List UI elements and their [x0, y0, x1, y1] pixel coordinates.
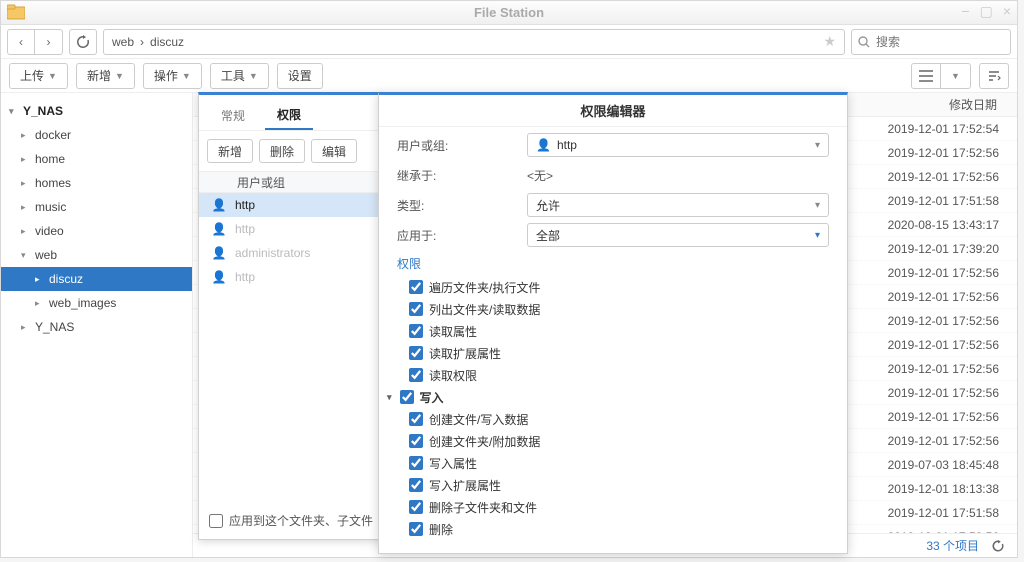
read-check[interactable]: 读取扩展属性 — [409, 342, 829, 364]
breadcrumb-part[interactable]: web — [112, 35, 134, 49]
checkbox[interactable] — [409, 412, 423, 426]
forward-button[interactable]: › — [35, 29, 63, 55]
breadcrumb-part[interactable]: discuz — [150, 35, 184, 49]
search-box[interactable] — [851, 29, 1011, 55]
settings-button[interactable]: 设置 — [277, 63, 323, 89]
checkbox[interactable] — [409, 302, 423, 316]
checkbox[interactable] — [409, 280, 423, 294]
read-check[interactable]: 列出文件夹/读取数据 — [409, 298, 829, 320]
read-check[interactable]: 读取权限 — [409, 364, 829, 386]
tree-item-web[interactable]: ▾web — [1, 243, 192, 267]
tree-item-ynas[interactable]: ▸Y_NAS — [1, 315, 192, 339]
upload-button[interactable]: 上传▼ — [9, 63, 68, 89]
checkbox[interactable] — [409, 478, 423, 492]
checkbox[interactable] — [409, 522, 423, 536]
nav-toolbar: ‹ › web › discuz ★ — [1, 25, 1017, 59]
perm-user-row[interactable]: 👤http — [199, 265, 383, 289]
user-icon: 👤 — [211, 198, 227, 212]
create-button[interactable]: 新增▼ — [76, 63, 135, 89]
search-input[interactable] — [876, 35, 1004, 49]
checkbox[interactable] — [409, 456, 423, 470]
tab-permission[interactable]: 权限 — [265, 100, 313, 130]
tree-item-music[interactable]: ▸music — [1, 195, 192, 219]
write-check[interactable]: 写入属性 — [409, 452, 829, 474]
perm-group-write[interactable]: ▾ 写入 — [387, 386, 829, 408]
tree-item-video[interactable]: ▸video — [1, 219, 192, 243]
user-icon: 👤 — [536, 138, 551, 152]
view-list-button[interactable] — [911, 63, 941, 89]
tree-item-home[interactable]: ▸home — [1, 147, 192, 171]
close-button[interactable]: × — [1003, 4, 1011, 18]
tree-item-homes[interactable]: ▸homes — [1, 171, 192, 195]
select-user[interactable]: 👤http ▾ — [527, 133, 829, 157]
search-icon — [858, 36, 870, 48]
label-type: 类型: — [397, 197, 527, 214]
refresh-button[interactable] — [69, 29, 97, 55]
checkbox[interactable] — [409, 346, 423, 360]
properties-dialog: 常规 权限 新增 删除 编辑 用户或组 👤http👤http👤administr… — [198, 92, 384, 540]
user-icon: 👤 — [211, 246, 227, 260]
apply-recursive-checkbox[interactable] — [209, 514, 223, 528]
col-modified[interactable]: 修改日期 — [949, 96, 997, 113]
write-check[interactable]: 写入扩展属性 — [409, 474, 829, 496]
checkbox[interactable] — [409, 368, 423, 382]
action-button[interactable]: 操作▼ — [143, 63, 202, 89]
perm-edit-button[interactable]: 编辑 — [311, 139, 357, 163]
section-permissions: 权限 — [397, 255, 829, 272]
permission-editor-dialog: 权限编辑器 用户或组: 👤http ▾ 继承于: <无> 类型: 允许▾ 应用于… — [378, 92, 848, 554]
checkbox[interactable] — [409, 500, 423, 514]
write-check[interactable]: 删除 — [409, 518, 829, 540]
read-check[interactable]: 遍历文件夹/执行文件 — [409, 276, 829, 298]
write-check[interactable]: 创建文件/写入数据 — [409, 408, 829, 430]
value-inherit: <无> — [527, 167, 553, 184]
perm-user-row[interactable]: 👤http — [199, 193, 383, 217]
view-dropdown-button[interactable]: ▼ — [941, 63, 971, 89]
read-check[interactable]: 读取属性 — [409, 320, 829, 342]
back-button[interactable]: ‹ — [7, 29, 35, 55]
label-apply: 应用于: — [397, 227, 527, 244]
checkbox[interactable] — [409, 324, 423, 338]
perm-user-row[interactable]: 👤http — [199, 217, 383, 241]
titlebar: File Station − ▢ × — [1, 1, 1017, 25]
tree-item-docker[interactable]: ▸docker — [1, 123, 192, 147]
breadcrumb-sep: › — [140, 35, 144, 49]
app-icon — [7, 4, 25, 20]
favorite-icon[interactable]: ★ — [823, 33, 836, 50]
write-check[interactable]: 删除子文件夹和文件 — [409, 496, 829, 518]
sort-button[interactable] — [979, 63, 1009, 89]
tab-general[interactable]: 常规 — [209, 100, 257, 130]
perm-new-button[interactable]: 新增 — [207, 139, 253, 163]
checkbox[interactable] — [409, 434, 423, 448]
perm-list-header: 用户或组 — [199, 171, 383, 193]
folder-tree: ▾Y_NAS ▸docker ▸home ▸homes ▸music ▸vide… — [1, 93, 193, 557]
breadcrumb[interactable]: web › discuz ★ — [103, 29, 845, 55]
select-apply[interactable]: 全部▾ — [527, 223, 829, 247]
perm-delete-button[interactable]: 删除 — [259, 139, 305, 163]
checkbox-write-group[interactable] — [400, 390, 414, 404]
reload-icon[interactable] — [991, 539, 1005, 553]
select-type[interactable]: 允许▾ — [527, 193, 829, 217]
label-inherit: 继承于: — [397, 167, 527, 184]
minimize-button[interactable]: − — [961, 4, 969, 18]
tree-item-discuz[interactable]: ▸discuz — [1, 267, 192, 291]
action-toolbar: 上传▼ 新增▼ 操作▼ 工具▼ 设置 ▼ — [1, 59, 1017, 93]
apply-recursive[interactable]: 应用到这个文件夹、子文件 — [209, 512, 373, 529]
write-check[interactable]: 创建文件夹/附加数据 — [409, 430, 829, 452]
user-icon: 👤 — [211, 222, 227, 236]
item-count: 33 个项目 — [926, 537, 979, 554]
window-title: File Station — [474, 5, 544, 20]
label-user: 用户或组: — [397, 137, 527, 154]
maximize-button[interactable]: ▢ — [980, 4, 993, 18]
tree-root[interactable]: ▾Y_NAS — [1, 99, 192, 123]
dialog-title: 权限编辑器 — [379, 95, 847, 127]
perm-user-row[interactable]: 👤administrators — [199, 241, 383, 265]
tree-item-web-images[interactable]: ▸web_images — [1, 291, 192, 315]
user-icon: 👤 — [211, 270, 227, 284]
tools-button[interactable]: 工具▼ — [210, 63, 269, 89]
